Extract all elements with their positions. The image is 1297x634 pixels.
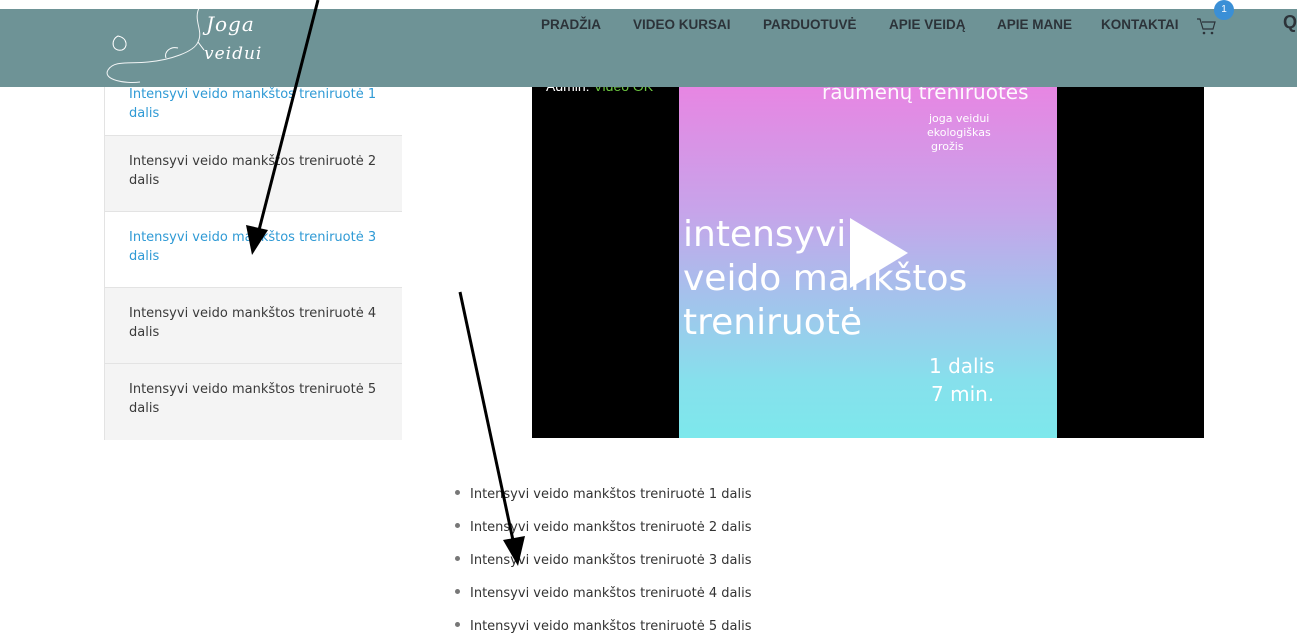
annotation-arrows (246, 0, 525, 566)
arrow-pointing-sidebar (246, 0, 320, 255)
arrow-pointing-list (458, 291, 525, 566)
